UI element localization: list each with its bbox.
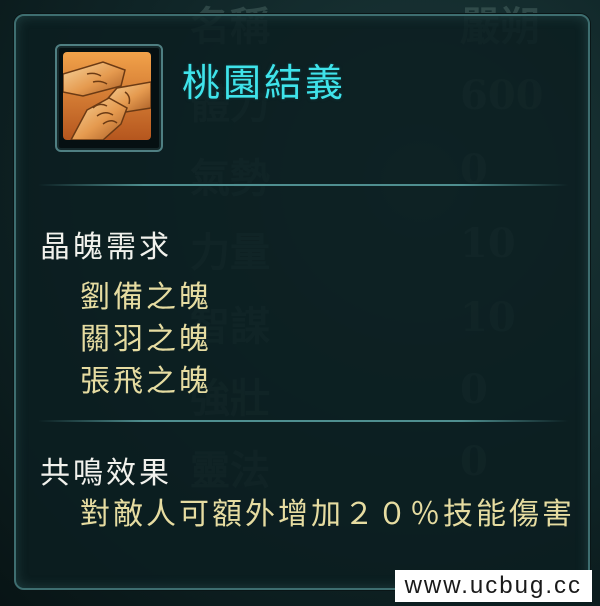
- item-icon-frame: [55, 44, 163, 152]
- requirement-item: 張飛之魄: [80, 364, 212, 399]
- requirement-item: 關羽之魄: [80, 322, 212, 357]
- item-tooltip: 桃園結義 晶魄需求 劉備之魄 關羽之魄 張飛之魄 共鳴效果 對敵人可額外增加２０…: [14, 14, 590, 590]
- effect-description: 對敵人可額外增加２０％技能傷害: [80, 497, 575, 532]
- divider: [38, 184, 568, 186]
- game-screen: 名稱 嚴朔 體力 600 氣勢 0 力量 10 智謀 10 強壯 0 靈法 0: [0, 0, 600, 606]
- effect-heading: 共鳴效果: [40, 456, 172, 491]
- item-title: 桃園結義: [182, 61, 347, 105]
- divider: [38, 420, 568, 422]
- requirements-heading: 晶魄需求: [40, 230, 172, 265]
- site-watermark: www.ucbug.cc: [394, 570, 592, 602]
- clasped-hands-icon: [63, 52, 151, 140]
- requirement-item: 劉備之魄: [80, 280, 212, 315]
